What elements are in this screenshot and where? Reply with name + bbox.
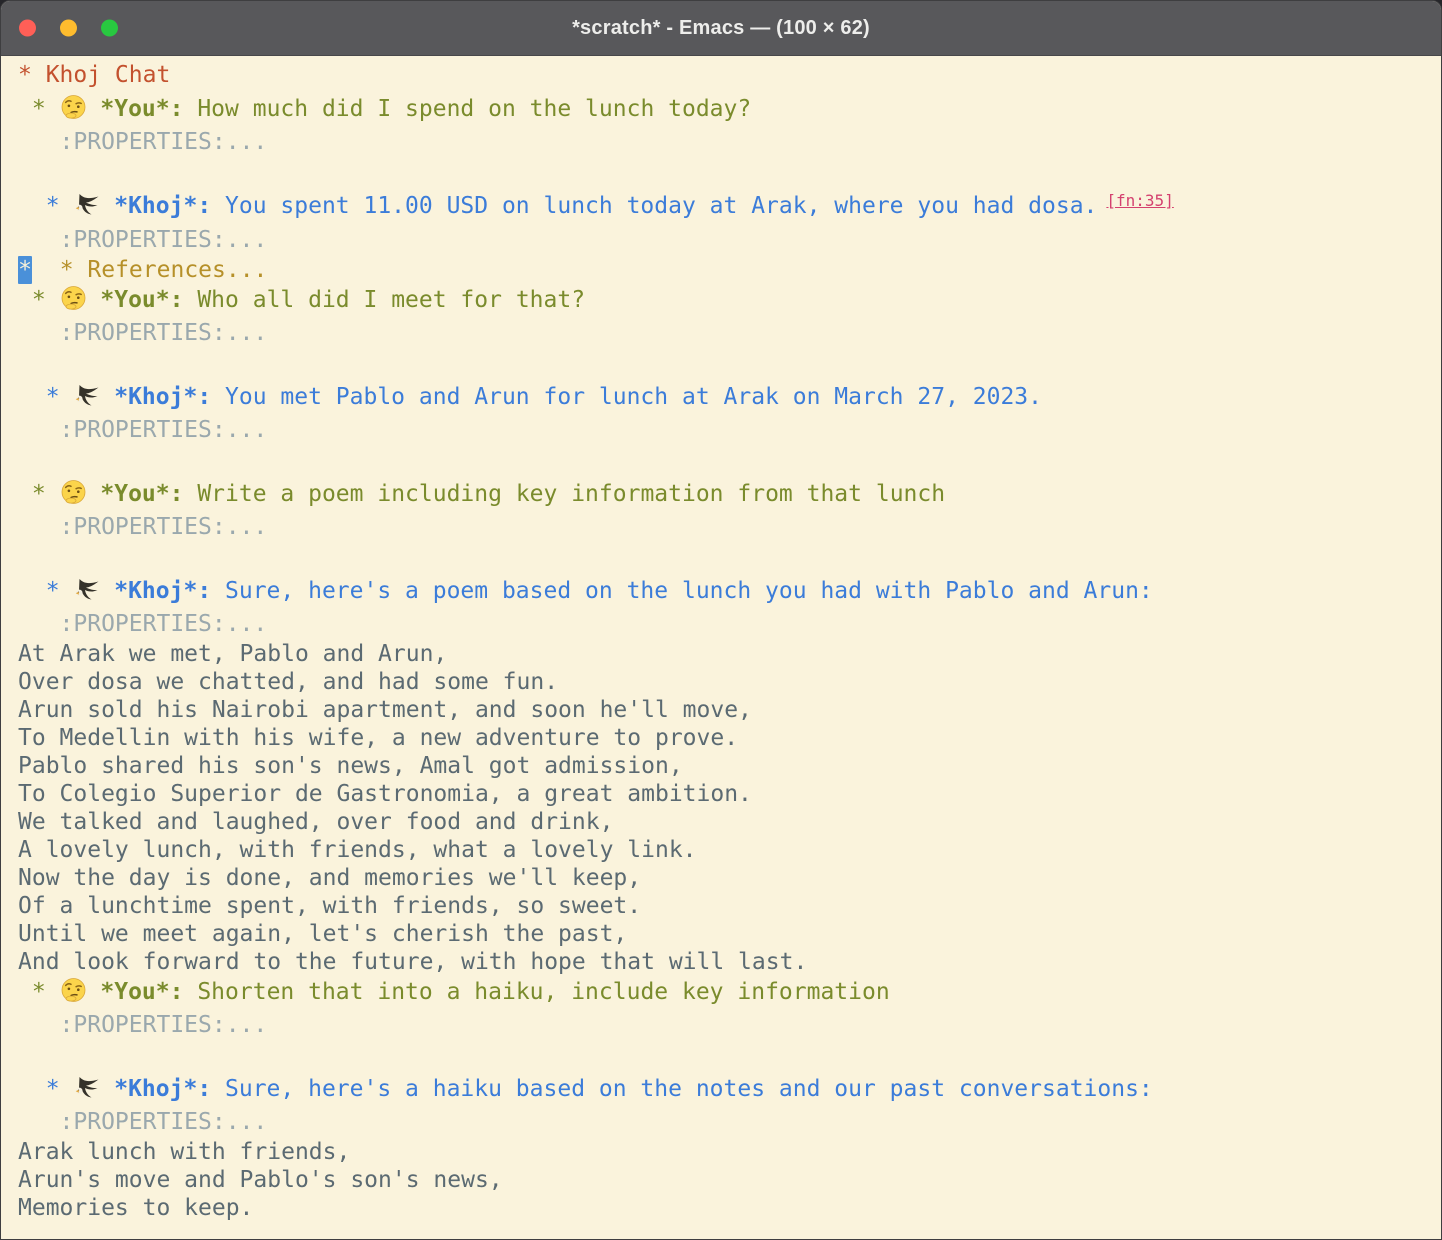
speaker-label: *Khoj*: [100, 384, 211, 410]
khoj-message-line[interactable]: * *Khoj*: You met Pablo and Arun for lun… [18, 381, 1433, 414]
references-line[interactable]: * * References... [18, 256, 1433, 284]
body-text-line[interactable]: Until we meet again, let's cherish the p… [18, 920, 1433, 948]
heading-stars: * [18, 96, 60, 122]
body-text-line[interactable]: Of a lunchtime spent, with friends, so s… [18, 892, 1433, 920]
org-title-line[interactable]: * Khoj Chat [18, 57, 1433, 93]
body-text-line[interactable]: At Arak we met, Pablo and Arun, [18, 640, 1433, 668]
properties-drawer-line[interactable]: :PROPERTIES:... [18, 126, 1433, 158]
you-message-line[interactable]: * *You*: How much did I spend on the lun… [18, 93, 1433, 126]
heading-stars: * [18, 481, 60, 507]
speaker-label: *You*: [87, 287, 184, 313]
speaker-label: *Khoj*: [100, 1076, 211, 1102]
you-message-line[interactable]: * *You*: Who all did I meet for that? [18, 284, 1433, 317]
properties-drawer-line[interactable]: :PROPERTIES:... [18, 608, 1433, 640]
body-text-line[interactable]: Now the day is done, and memories we'll … [18, 864, 1433, 892]
message-text: Who all did I meet for that? [183, 287, 585, 313]
blank-line [18, 446, 1433, 478]
heading-stars: * [18, 1076, 73, 1102]
body-text-line[interactable]: To Colegio Superior de Gastronomia, a gr… [18, 780, 1433, 808]
message-text: Shorten that into a haiku, include key i… [183, 979, 889, 1005]
body-text-line[interactable]: Memories to keep. [18, 1194, 1433, 1222]
minimize-button[interactable] [60, 20, 77, 37]
titlebar[interactable]: *scratch* - Emacs — (100 × 62) [1, 1, 1441, 56]
message-text: You met Pablo and Arun for lunch at Arak… [211, 384, 1042, 410]
heading-stars: * [18, 193, 73, 219]
eagle-icon [73, 384, 100, 408]
khoj-message-line[interactable]: * *Khoj*: Sure, here's a haiku based on … [18, 1073, 1433, 1106]
properties-drawer-line[interactable]: :PROPERTIES:... [18, 414, 1433, 446]
body-text-line[interactable]: We talked and laughed, over food and dri… [18, 808, 1433, 836]
eagle-icon [73, 1076, 100, 1100]
thinking-face-icon [60, 94, 87, 120]
text-cursor: * [18, 256, 32, 284]
message-text: You spent 11.00 USD on lunch today at Ar… [211, 193, 1097, 219]
heading-stars: * [18, 979, 60, 1005]
body-text-line[interactable]: Over dosa we chatted, and had some fun. [18, 668, 1433, 696]
body-text-line[interactable]: Arun sold his Nairobi apartment, and soo… [18, 696, 1433, 724]
thinking-face-icon [60, 285, 87, 311]
blank-line [18, 1041, 1433, 1073]
heading-stars: * [18, 578, 73, 604]
window-controls [19, 20, 118, 37]
eagle-icon [73, 193, 100, 217]
properties-drawer-line[interactable]: :PROPERTIES:... [18, 511, 1433, 543]
body-text-line[interactable]: To Medellin with his wife, a new adventu… [18, 724, 1433, 752]
references-label: * References... [32, 257, 267, 283]
blank-line [18, 543, 1433, 575]
body-text-line[interactable]: A lovely lunch, with friends, what a lov… [18, 836, 1433, 864]
thinking-face-icon [60, 479, 87, 505]
thinking-face-icon [60, 977, 87, 1003]
message-text: Sure, here's a poem based on the lunch y… [211, 578, 1153, 604]
properties-drawer-line[interactable]: :PROPERTIES:... [18, 1106, 1433, 1138]
speaker-label: *You*: [87, 96, 184, 122]
body-text-line[interactable]: Arun's move and Pablo's son's news, [18, 1166, 1433, 1194]
properties-drawer-line[interactable]: :PROPERTIES:... [18, 224, 1433, 256]
speaker-label: *You*: [87, 979, 184, 1005]
you-message-line[interactable]: * *You*: Write a poem including key info… [18, 478, 1433, 511]
speaker-label: *Khoj*: [100, 193, 211, 219]
speaker-label: *Khoj*: [100, 578, 211, 604]
close-button[interactable] [19, 20, 36, 37]
buffer[interactable]: * Khoj Chat * *You*: How much did I spen… [1, 56, 1441, 1222]
speaker-label: *You*: [87, 481, 184, 507]
you-message-line[interactable]: * *You*: Shorten that into a haiku, incl… [18, 976, 1433, 1009]
body-text-line[interactable]: Pablo shared his son's news, Amal got ad… [18, 752, 1433, 780]
footnote-link[interactable]: [fn:35] [1106, 191, 1173, 210]
properties-drawer-line[interactable]: :PROPERTIES:... [18, 1009, 1433, 1041]
blank-line [18, 158, 1433, 190]
body-text-line[interactable]: Arak lunch with friends, [18, 1138, 1433, 1166]
zoom-button[interactable] [101, 20, 118, 37]
emacs-window: *scratch* - Emacs — (100 × 62) * Khoj Ch… [0, 0, 1442, 1240]
message-text: How much did I spend on the lunch today? [183, 96, 751, 122]
heading-stars: * [18, 287, 60, 313]
properties-drawer-line[interactable]: :PROPERTIES:... [18, 317, 1433, 349]
heading-stars: * [18, 384, 73, 410]
khoj-message-line[interactable]: * *Khoj*: You spent 11.00 USD on lunch t… [18, 190, 1433, 224]
message-text: Write a poem including key information f… [183, 481, 945, 507]
blank-line [18, 349, 1433, 381]
message-text: Sure, here's a haiku based on the notes … [211, 1076, 1153, 1102]
body-text-line[interactable]: And look forward to the future, with hop… [18, 948, 1433, 976]
window-title: *scratch* - Emacs — (100 × 62) [572, 17, 870, 40]
eagle-icon [73, 578, 100, 602]
khoj-message-line[interactable]: * *Khoj*: Sure, here's a poem based on t… [18, 575, 1433, 608]
